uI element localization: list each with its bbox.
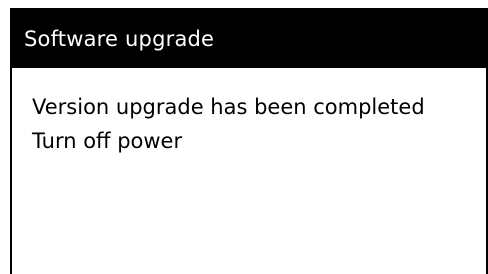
screen-title: Software upgrade — [12, 10, 486, 68]
upgrade-screen: Software upgrade Version upgrade has bee… — [10, 8, 488, 274]
power-off-instruction: Turn off power — [32, 129, 183, 153]
completion-message: Version upgrade has been completed — [32, 95, 425, 119]
message-area: Version upgrade has been completed Turn … — [32, 90, 476, 158]
